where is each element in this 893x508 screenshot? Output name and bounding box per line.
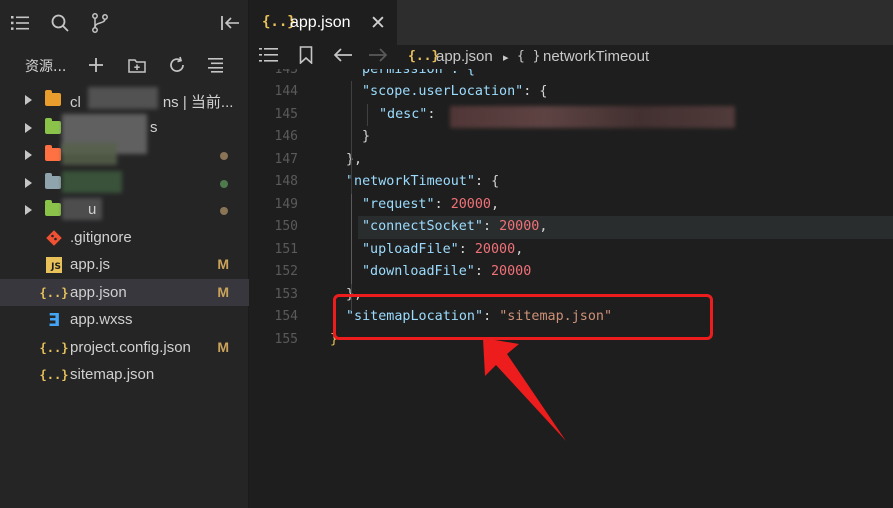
annotation-arrow-icon: [483, 338, 566, 441]
